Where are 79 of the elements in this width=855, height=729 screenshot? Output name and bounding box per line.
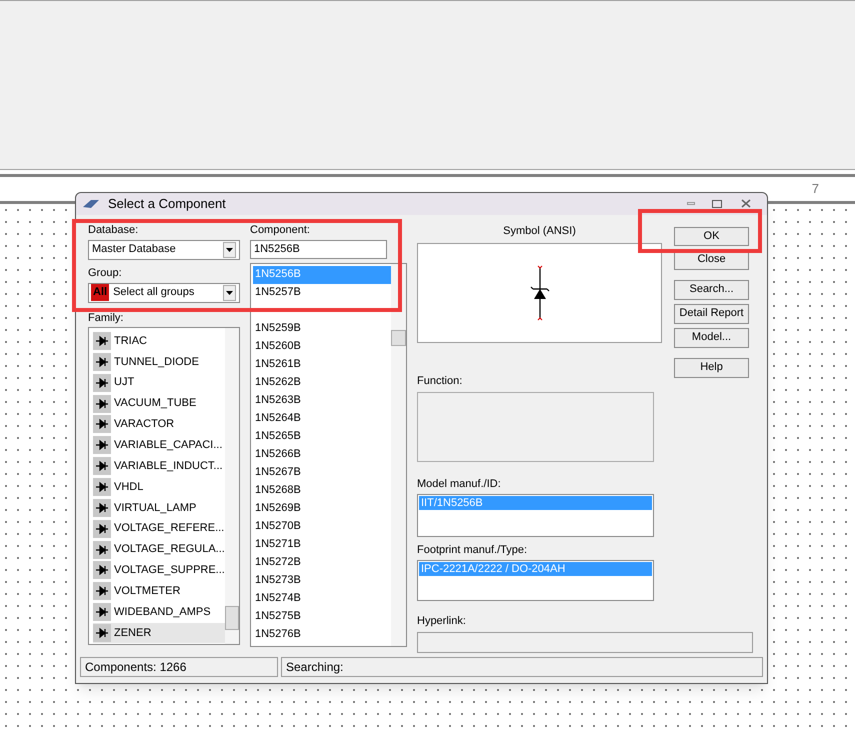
component-item[interactable]: 1N5265B [253, 428, 391, 446]
component-symbol-icon [93, 540, 111, 559]
component-item[interactable]: 1N5260B [253, 338, 391, 356]
close-icon [741, 199, 751, 208]
component-item[interactable]: 1N5268B [253, 482, 391, 500]
component-item[interactable]: 1N5276B [253, 626, 391, 644]
field-label: Hyperlink: [417, 614, 467, 628]
component-symbol-icon [93, 352, 111, 371]
family-item[interactable]: VARIABLE_INDUCT... [93, 456, 225, 477]
field-label: Function: [417, 374, 464, 389]
component-item[interactable]: 1N5270B [253, 518, 391, 536]
database-dropdown[interactable]: Master Database [88, 240, 240, 260]
component-item[interactable]: 1N5271B [253, 536, 391, 554]
family-item[interactable]: VACUUM_TUBE [93, 393, 225, 414]
group-dropdown[interactable]: All Select all groups [88, 282, 240, 302]
component-symbol-icon [93, 374, 111, 392]
component-symbol-icon [93, 582, 111, 600]
component-item[interactable]: 1N5259B [253, 320, 391, 338]
field-label: Model manuf./ID: [417, 476, 502, 492]
family-item[interactable]: VARACTOR [93, 414, 225, 435]
zener-diode-drawing [530, 265, 550, 321]
component-item[interactable]: 1N5269B [253, 500, 391, 518]
component-item[interactable]: 1N5275B [253, 608, 391, 626]
ruler-number: 7 [812, 180, 819, 198]
component-symbol-icon [93, 520, 111, 538]
group-badge: All [91, 284, 110, 301]
component-item[interactable]: 1N5274B [253, 590, 391, 608]
component-symbol-icon [93, 332, 111, 350]
dialog-button[interactable]: Model... [674, 328, 749, 348]
hyperlink-field[interactable] [417, 632, 753, 653]
component-item[interactable]: 1N5261B [253, 356, 391, 374]
family-item[interactable]: TRIAC [93, 330, 225, 352]
status-cell: Searching: [281, 657, 763, 677]
family-item[interactable]: VHDL [93, 476, 225, 498]
field-label: Database: [88, 222, 138, 236]
family-item[interactable]: VARIABLE_CAPACI... [93, 434, 225, 456]
family-item[interactable]: VIRTUAL_LAMP [93, 497, 225, 518]
component-symbol-icon [93, 478, 111, 496]
family-item[interactable]: UJT [93, 372, 225, 394]
component-symbol-icon [93, 436, 111, 454]
field-label: Group: [88, 266, 122, 280]
dropdown-arrow-icon [226, 248, 233, 252]
status-cell: Components: 1266 [80, 657, 278, 677]
dropdown-arrow-icon [226, 290, 233, 294]
family-item[interactable]: WIDEBAND_AMPS [93, 602, 225, 623]
component-item[interactable]: 1N5267B [253, 464, 391, 482]
field-label: Footprint manuf./Type: [417, 543, 528, 558]
component-symbol-icon [93, 394, 111, 412]
component-symbol-icon [93, 624, 111, 642]
component-item[interactable]: 1N5273B [253, 572, 391, 590]
component-item[interactable]: 1N5262B [253, 374, 391, 392]
component-item[interactable]: 1N5257B [253, 284, 391, 302]
component-symbol-icon [93, 457, 111, 476]
family-item[interactable]: TUNNEL_DIODE [93, 351, 225, 372]
app-logo-icon [82, 198, 100, 209]
scrollbar[interactable] [225, 328, 239, 644]
section-title: Symbol (ANSI) [502, 224, 577, 238]
field-label: Component: [250, 222, 310, 236]
window-title: Select a Component [108, 195, 226, 213]
family-item[interactable]: VOLTAGE_REFERE... [93, 518, 225, 540]
component-symbol-icon [93, 498, 111, 517]
component-symbol-icon [93, 415, 111, 434]
family-item[interactable]: ZENER [93, 622, 225, 644]
component-item[interactable]: 1N5272B [253, 554, 391, 572]
dialog-button[interactable]: Detail Report [674, 304, 749, 324]
dialog-button[interactable]: Help [674, 358, 749, 378]
family-item[interactable]: VOLTAGE_SUPPRE... [93, 560, 225, 581]
component-symbol-icon [93, 561, 111, 580]
field-label: Family: [88, 310, 124, 324]
component-item[interactable]: 1N5264B [253, 410, 391, 428]
component-field[interactable]: 1N5256B [250, 240, 387, 258]
component-item[interactable]: 1N5266B [253, 446, 391, 464]
component-item[interactable]: 1N5263B [253, 392, 391, 410]
dialog-button[interactable]: OK [674, 226, 749, 246]
family-item[interactable]: VOLTMETER [93, 580, 225, 602]
component-symbol-icon [93, 603, 111, 622]
family-item[interactable]: VOLTAGE_REGULA... [93, 539, 225, 560]
dialog-button[interactable]: Search... [674, 280, 749, 300]
scrollbar[interactable] [391, 264, 406, 646]
